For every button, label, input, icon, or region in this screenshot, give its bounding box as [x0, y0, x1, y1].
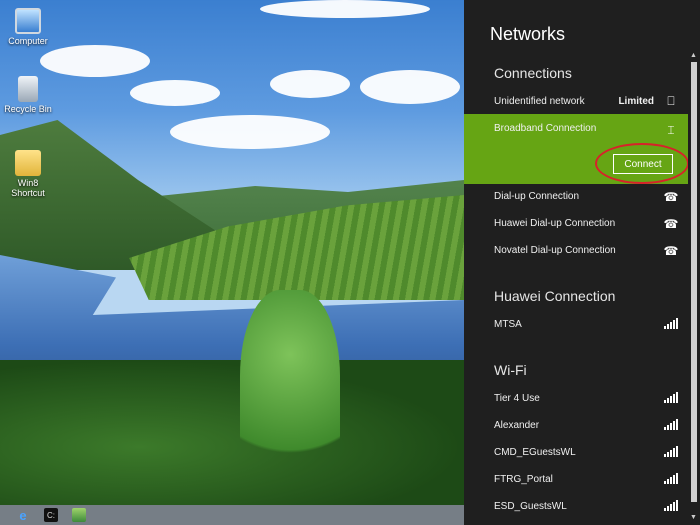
network-status: Limited	[618, 96, 654, 107]
network-item-novatel-dialup[interactable]: Novatel Dial-up Connection ☎	[464, 237, 688, 264]
desktop-icon-label: Computer	[8, 36, 48, 46]
wifi-signal-icon	[662, 391, 680, 406]
network-label: ESD_GuestsWL	[494, 501, 567, 512]
computer-icon	[15, 8, 41, 34]
network-item-wifi[interactable]: CMD_EGuestsWL	[464, 439, 688, 466]
network-item-unidentified[interactable]: Unidentified network Limited ⎕	[464, 88, 688, 115]
section-heading-connections: Connections	[494, 65, 572, 81]
network-label: Unidentified network	[494, 96, 585, 107]
network-item-dialup[interactable]: Dial-up Connection ☎	[464, 183, 688, 210]
network-item-wifi[interactable]: Alexander	[464, 412, 688, 439]
command-prompt-icon[interactable]: C:	[44, 508, 58, 522]
desktop-icon-label: Recycle Bin	[4, 104, 52, 114]
image-app-icon[interactable]	[72, 508, 86, 522]
section-heading-wifi: Wi-Fi	[494, 362, 527, 378]
network-item-wifi[interactable]: FTRG_Portal	[464, 466, 688, 493]
wifi-signal-icon	[662, 418, 680, 433]
phone-icon: ☎	[663, 216, 679, 231]
scroll-down-icon[interactable]: ▼	[690, 514, 697, 521]
cloud	[170, 115, 330, 149]
desktop-icon-computer[interactable]: Computer	[0, 8, 56, 46]
scrollbar[interactable]: ▲ ▼	[688, 52, 700, 525]
wifi-signal-icon	[662, 445, 680, 460]
connect-button[interactable]: Connect	[613, 154, 673, 174]
network-label: Huawei Dial-up Connection	[494, 218, 616, 229]
mobile-signal-icon	[662, 317, 680, 332]
cloud	[130, 80, 220, 106]
network-label: Broadband Connection	[494, 123, 597, 134]
phone-icon: ☎	[663, 189, 679, 204]
broadband-icon: ⌶	[667, 123, 675, 137]
networks-panel: Networks Connections Unidentified networ…	[464, 0, 700, 525]
network-label: Tier 4 Use	[494, 393, 540, 404]
panel-title: Networks	[490, 24, 566, 44]
desktop-wallpaper: Computer Recycle Bin Win8 Shortcut	[0, 0, 464, 505]
network-item-wifi[interactable]: Tier 4 Use	[464, 385, 688, 412]
scroll-up-icon[interactable]: ▲	[690, 52, 697, 59]
network-label: Dial-up Connection	[494, 191, 580, 202]
taskbar: e C:	[0, 505, 464, 525]
vine-plant	[240, 290, 340, 505]
wifi-signal-icon	[662, 472, 680, 487]
desktop-icon-shortcut[interactable]: Win8 Shortcut	[0, 150, 56, 198]
cloud	[270, 70, 350, 98]
network-item-wifi[interactable]: ESD_GuestsWL	[464, 493, 688, 520]
network-item-mtsa[interactable]: MTSA	[464, 311, 688, 338]
folder-icon	[15, 150, 41, 176]
network-label: MTSA	[494, 319, 522, 330]
wifi-secured-signal-icon	[662, 499, 680, 514]
network-label: CMD_EGuestsWL	[494, 447, 576, 458]
foreground-vines	[0, 360, 464, 505]
recycle-bin-icon	[18, 76, 38, 102]
internet-explorer-icon[interactable]: e	[16, 508, 30, 523]
desktop-icon-label: Win8 Shortcut	[11, 178, 45, 198]
cloud	[360, 70, 460, 104]
desktop-icon-recycle-bin[interactable]: Recycle Bin	[0, 76, 56, 114]
phone-icon: ☎	[663, 243, 679, 258]
section-heading-huawei: Huawei Connection	[494, 288, 616, 304]
network-item-broadband[interactable]: Broadband Connection ⌶ Connect	[464, 114, 689, 184]
cloud	[260, 0, 430, 18]
network-label: FTRG_Portal	[494, 474, 553, 485]
network-item-huawei-dialup[interactable]: Huawei Dial-up Connection ☎	[464, 210, 688, 237]
network-label: Novatel Dial-up Connection	[494, 245, 616, 256]
scroll-thumb[interactable]	[691, 62, 697, 502]
cloud	[40, 45, 150, 77]
network-label: Alexander	[494, 420, 540, 431]
wired-network-icon: ⎕	[667, 94, 675, 108]
